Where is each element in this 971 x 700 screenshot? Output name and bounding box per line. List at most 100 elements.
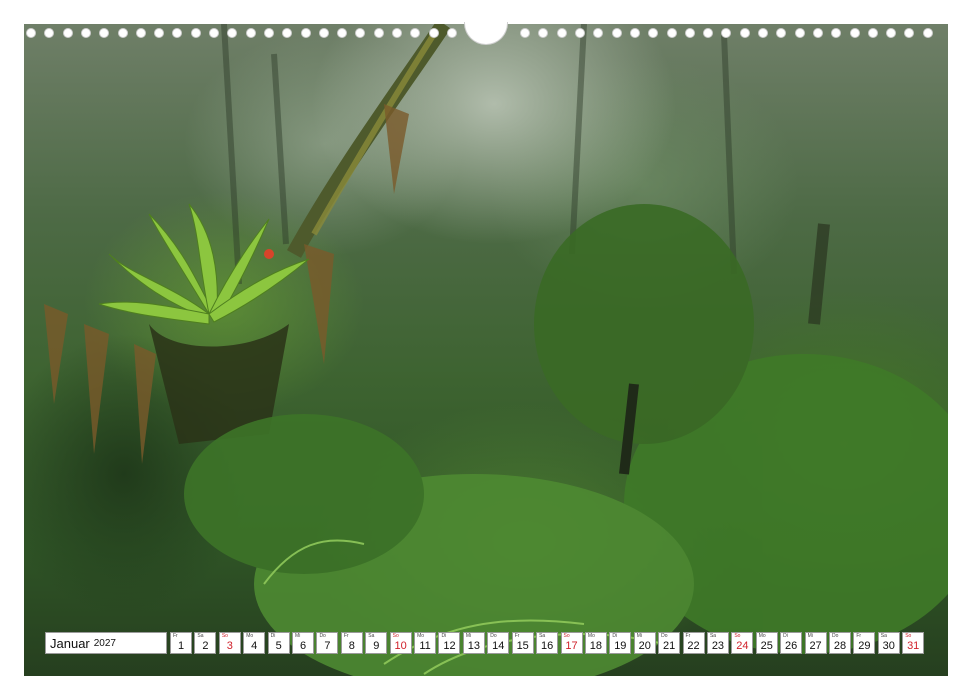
day-cell: Do 21 [658,632,681,654]
day-cell: Mi 27 [804,632,827,654]
day-number: 20 [638,640,651,652]
binding-hole [135,28,146,38]
day-cell: Di 19 [609,632,632,654]
weekday-label: So [221,633,228,639]
weekday-label: Sa [880,633,887,639]
day-number: 27 [809,640,822,652]
day-cell: Sa 30 [877,632,900,654]
day-number: 16 [540,640,554,652]
day-number: 5 [275,640,282,652]
day-cell: Di 12 [438,632,461,654]
day-number: 21 [663,640,676,652]
binding-hole [26,28,36,38]
day-number: 19 [614,640,627,652]
day-number: 12 [443,640,456,652]
day-cell: Mo 4 [243,632,266,654]
day-cell: Do 28 [828,632,851,654]
day-number: 9 [373,640,380,652]
binding-hole [849,28,860,38]
day-number: 2 [202,640,209,652]
weekday-label: Sa [197,633,204,639]
bromeliad [98,203,310,444]
binding-hole [867,28,878,38]
binding-hole [282,28,293,38]
binding-hole [410,28,421,38]
binding-hole [80,28,91,38]
day-cell: Mi 6 [292,632,315,654]
binding-hole [245,28,256,38]
day-cell: Mi 20 [633,632,656,654]
weekday-label: Mi [465,633,472,639]
day-number: 7 [324,640,331,652]
binding-hole [520,28,531,38]
day-cell: Do 7 [316,632,339,654]
weekday-label: So [563,633,570,639]
weekday-label: Do [831,633,839,639]
weekday-label: Do [661,633,668,639]
weekday-label: Sa [539,633,546,639]
binding-hole [812,28,823,38]
day-cell: So 31 [902,632,925,654]
weekday-label: Mi [807,633,813,639]
day-cell: Mo 25 [755,632,778,654]
day-cell: Sa 9 [365,632,388,654]
year: 2027 [93,637,116,649]
day-cell: So 17 [560,632,583,654]
calendar-page: Januar 2027 Fr 1 Sa 2 So 3 Mo 4 Di 5 Mi 6 Do 7 Fr 8 Sa 9 S… [0,0,971,700]
day-number: 30 [882,640,895,652]
day-number: 10 [394,640,407,652]
binding-hole [703,28,714,38]
binding-hole [99,28,110,38]
weekday-label: Mi [636,633,642,639]
binding-hole [446,28,457,38]
binding-hole [538,28,549,38]
weekday-label: Fr [685,633,691,639]
weekday-label: Mo [246,633,254,639]
day-number: 8 [348,640,355,652]
weekday-label: Di [441,633,447,639]
day-cell: So 24 [731,632,754,654]
binding-hole [721,28,732,38]
day-number: 24 [736,640,749,652]
weekday-label: Sa [368,633,375,639]
day-cell: Di 5 [267,632,290,654]
weekday-label: Di [270,633,276,639]
day-number: 13 [467,640,480,652]
binding-hole [794,28,805,38]
binding-hole [62,28,73,38]
binding-hole [373,28,384,38]
day-number: 4 [251,640,258,652]
day-cell: Fr 29 [853,632,876,654]
day-cell: Mo 11 [414,632,437,654]
day-cell: Fr 1 [170,632,192,654]
weekday-label: Fr [856,633,862,639]
day-number: 25 [760,640,773,652]
weekday-label: Fr [343,633,349,639]
binding-hole [44,28,55,38]
binding-hole [227,28,238,38]
binding-hole [776,28,787,38]
day-cell: So 3 [218,632,241,654]
day-number: 17 [565,640,578,652]
day-number: 1 [177,640,185,652]
calendar-strip: Januar 2027 Fr 1 Sa 2 So 3 Mo 4 Di 5 Mi 6 Do 7 Fr 8 Sa 9 S… [45,632,927,654]
day-cell: Sa 23 [706,632,729,654]
weekday-label: Do [319,633,326,639]
day-cell: Sa 2 [194,632,217,654]
binding-hole [556,28,567,38]
weekday-label: So [392,633,399,639]
binding-hole [629,28,640,38]
day-number: 28 [833,640,847,652]
day-cell: Sa 16 [536,632,559,654]
binding-hole [337,28,348,38]
day-cell: Mo 18 [584,632,607,654]
weekday-label: Fr [514,633,520,639]
weekday-label: Mo [587,633,595,639]
weekday-label: Do [490,633,497,639]
weekday-label: Mo [758,633,766,639]
day-number: 26 [785,640,798,652]
weekday-label: Sa [709,633,717,639]
binding-hole [648,28,659,38]
day-cells: Fr 1 Sa 2 So 3 Mo 4 Di 5 Mi 6 Do 7 Fr 8 Sa 9 So 10 Mo 11 Di 12 M… [170,632,927,654]
weekday-label: Mi [295,633,301,639]
